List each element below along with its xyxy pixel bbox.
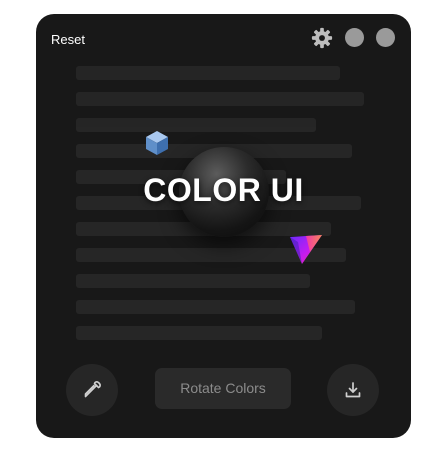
gear-icon[interactable] [311, 27, 333, 49]
eyedropper-icon [84, 381, 101, 398]
rotate-colors-button[interactable]: Rotate Colors [155, 368, 291, 409]
blue-cube-icon [145, 130, 169, 156]
circle-button[interactable] [376, 28, 395, 47]
color-ui-panel: Reset COLOR UI Rotate Colors [36, 14, 411, 438]
page-title: COLOR UI [143, 172, 304, 208]
eyedropper-button[interactable] [66, 364, 118, 416]
gradient-prism-icon [288, 234, 326, 266]
download-button[interactable] [327, 364, 379, 416]
circle-button[interactable] [345, 28, 364, 47]
download-icon [345, 382, 361, 398]
reset-button[interactable]: Reset [51, 32, 85, 47]
